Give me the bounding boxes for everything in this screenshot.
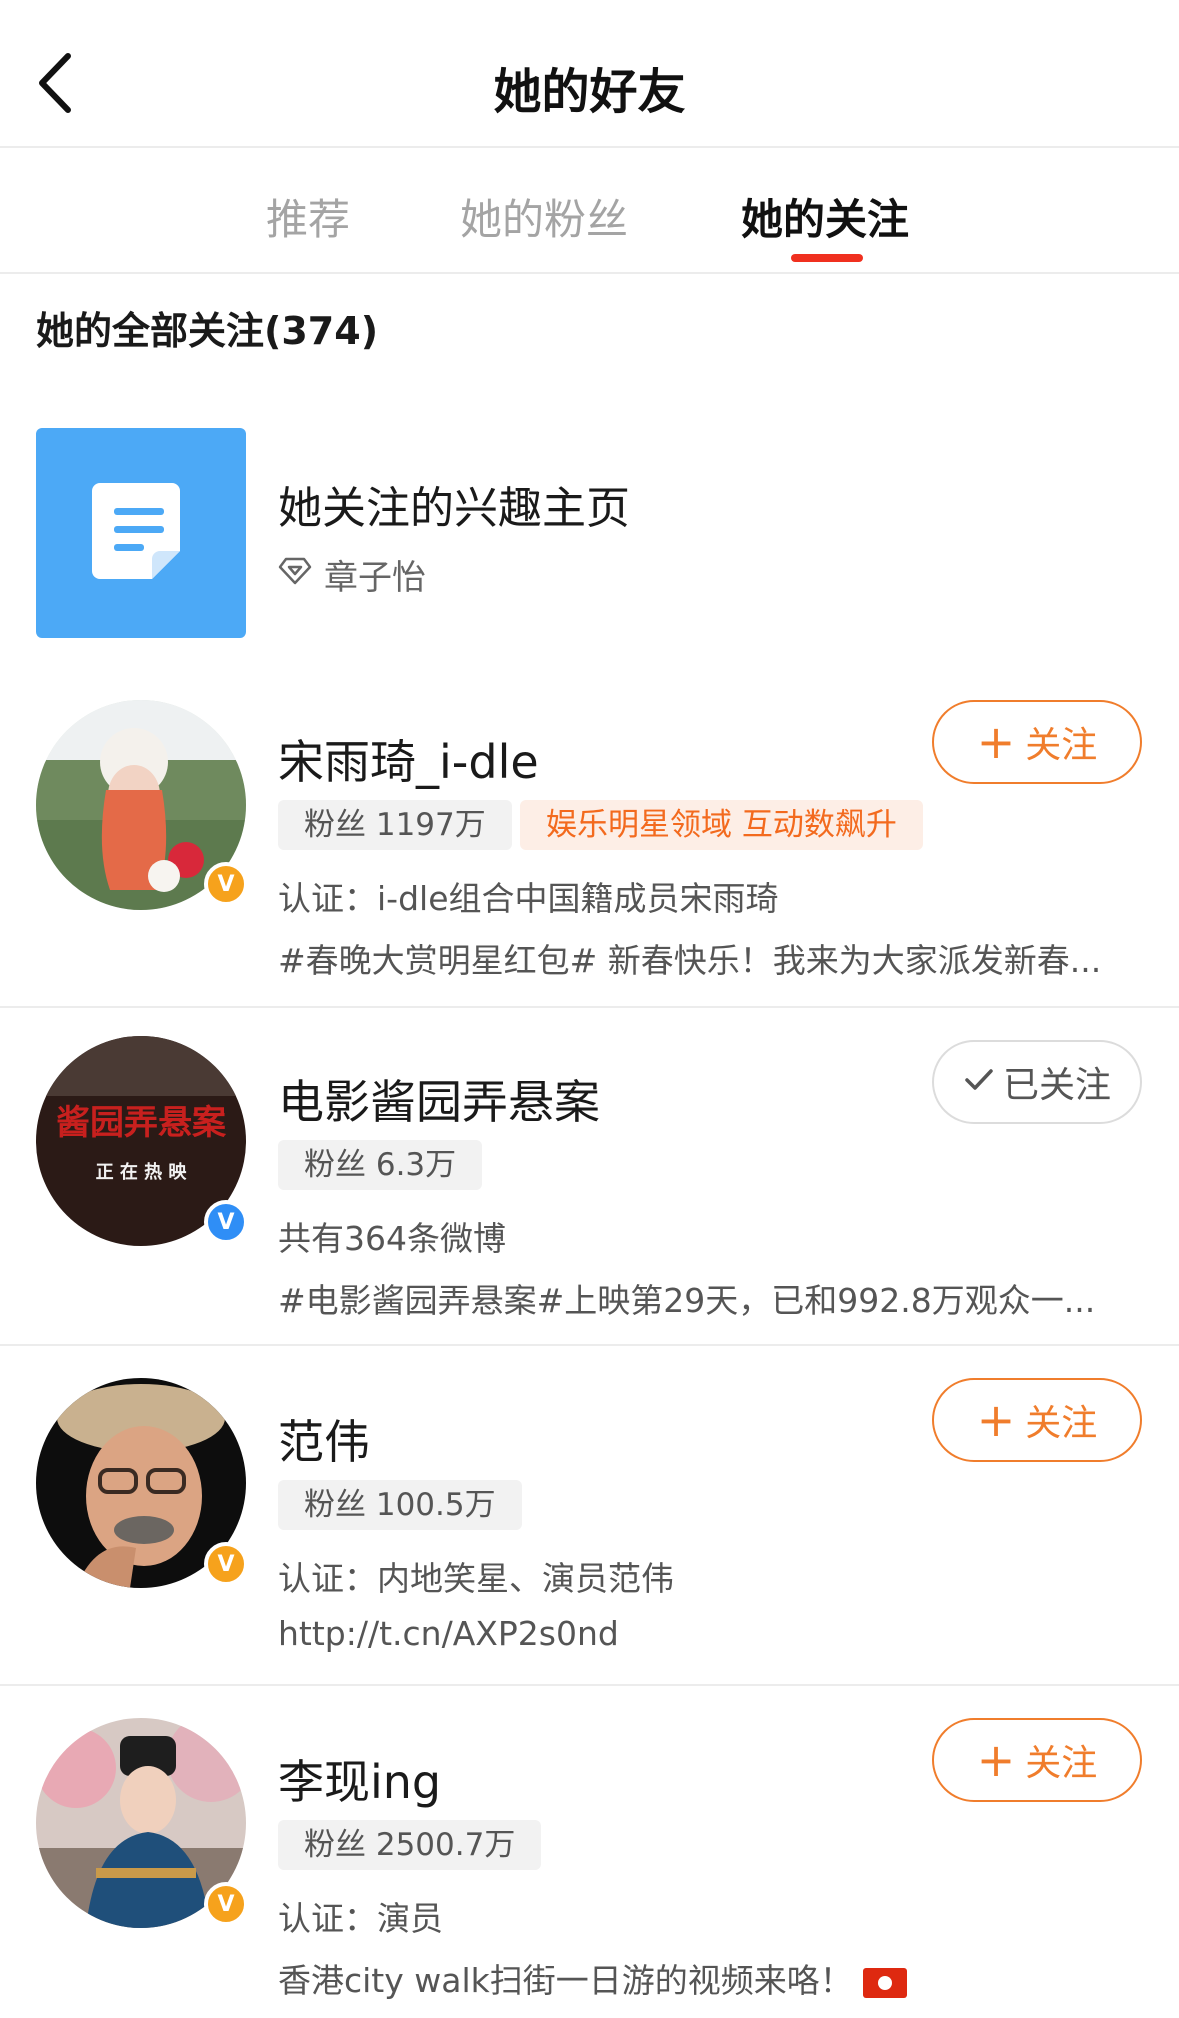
verified-blue-badge-icon: V — [204, 1200, 248, 1244]
interest-page-row[interactable]: 她关注的兴趣主页 章子怡 — [0, 428, 1179, 638]
diamond-icon — [278, 555, 312, 595]
interest-owner: 章子怡 — [278, 550, 426, 599]
fans-count-badge: 粉丝 100.5万 — [278, 1480, 522, 1530]
follow-button[interactable]: + 关注 — [932, 1378, 1142, 1462]
user-link[interactable]: http://t.cn/AXP2s0nd — [278, 1614, 1128, 1653]
verified-gold-badge-icon: V — [204, 1882, 248, 1926]
user-latest-post: #电影酱园弄悬案#上映第29天，已和992.8万观众一... — [278, 1281, 1096, 1320]
user-name[interactable]: 范伟 — [278, 1406, 370, 1472]
interest-owner-name: 章子怡 — [324, 558, 426, 598]
user-latest-post: #春晚大赏明星红包# 新春快乐！我来为大家派发新春... — [278, 941, 1102, 980]
fans-count-badge: 粉丝 6.3万 — [278, 1140, 483, 1190]
follow-label: 关注 — [1025, 1743, 1098, 1784]
hong-kong-flag-icon — [862, 1967, 907, 1998]
follow-label: 关注 — [1025, 725, 1098, 766]
user-verification: 认证：内地笑星、演员范伟 — [278, 1559, 674, 1598]
following-button[interactable]: 已关注 — [932, 1040, 1142, 1124]
user-verification: 认证：i-dle组合中国籍成员宋雨琦 — [278, 879, 779, 918]
poster-title: 酱园弄悬案 — [56, 1103, 227, 1143]
tab-indicator — [791, 254, 863, 262]
fans-count-badge: 粉丝 2500.7万 — [278, 1820, 542, 1870]
user-latest-post-text: 香港city walk扫街一日游的视频来咯！ — [278, 1961, 853, 2000]
user-post-count: 共有364条微博 — [278, 1219, 506, 1258]
user-name[interactable]: 宋雨琦_i-dle — [278, 726, 539, 792]
following-label: 已关注 — [1002, 1065, 1111, 1106]
tab-her-following[interactable]: 她的关注 — [741, 186, 909, 247]
page-title: 她的好友 — [493, 64, 686, 120]
tab-recommend[interactable]: 推荐 — [266, 186, 350, 247]
fans-count-badge: 粉丝 1197万 — [278, 800, 512, 850]
interest-title: 她关注的兴趣主页 — [278, 483, 630, 534]
list-item[interactable]: V 范伟 粉丝 100.5万 认证：内地笑星、演员范伟 http://t.cn/… — [0, 1346, 1179, 1686]
plus-icon: + — [976, 1393, 1016, 1447]
follow-button[interactable]: + 关注 — [932, 1718, 1142, 1802]
user-name[interactable]: 李现ing — [278, 1746, 441, 1812]
follow-label: 关注 — [1025, 1403, 1098, 1444]
poster-subtitle: 正 在 热 映 — [96, 1161, 188, 1183]
tab-bar: 推荐 她的粉丝 她的关注 — [0, 150, 1179, 274]
plus-icon: + — [976, 1733, 1016, 1787]
tab-her-fans[interactable]: 她的粉丝 — [460, 186, 628, 247]
list-item[interactable]: 酱园弄悬案 正 在 热 映 V 电影酱园弄悬案 粉丝 6.3万 共有364条微博… — [0, 1008, 1179, 1346]
user-name[interactable]: 电影酱园弄悬案 — [278, 1066, 600, 1132]
user-latest-post: 香港city walk扫街一日游的视频来咯！ — [278, 1954, 1128, 2002]
document-icon — [36, 428, 246, 638]
section-title: 她的全部关注(374) — [36, 309, 379, 353]
list-item[interactable]: V 李现ing 粉丝 2500.7万 认证：演员 香港city walk扫街一日… — [0, 1686, 1179, 2018]
verified-gold-badge-icon: V — [204, 1542, 248, 1586]
trending-badge: 娱乐明星领域 互动数飙升 — [520, 800, 923, 850]
check-icon — [963, 1062, 995, 1103]
nav-bar: 她的好友 — [0, 0, 1179, 148]
follow-button[interactable]: + 关注 — [932, 700, 1142, 784]
list-item[interactable]: V 宋雨琦_i-dle 粉丝 1197万 娱乐明星领域 互动数飙升 认证：i-d… — [0, 690, 1179, 1008]
verified-gold-badge-icon: V — [204, 862, 248, 906]
plus-icon: + — [976, 715, 1016, 769]
user-verification: 认证：演员 — [278, 1899, 443, 1938]
